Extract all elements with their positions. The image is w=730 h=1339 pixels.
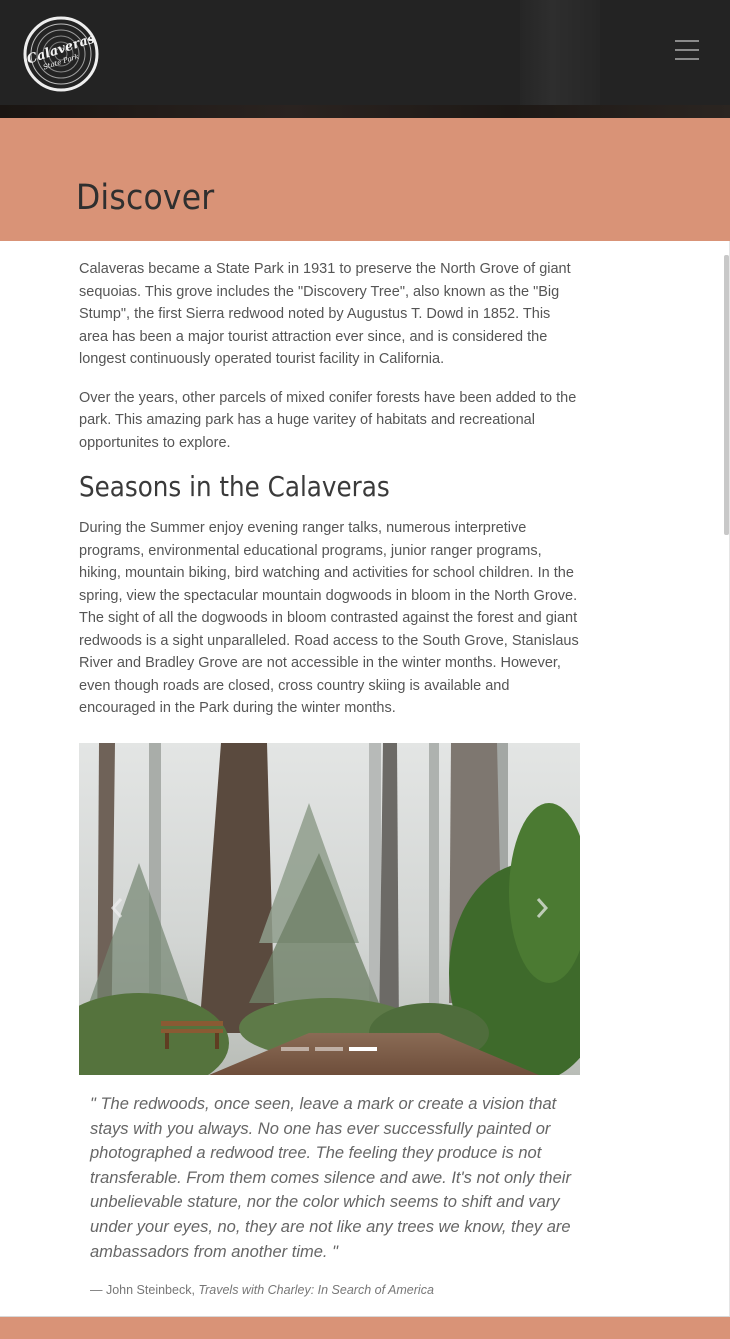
carousel-indicator-1[interactable]: [281, 1047, 309, 1051]
chevron-left-icon[interactable]: [105, 893, 129, 923]
hamburger-menu-icon[interactable]: [672, 40, 702, 64]
navbar: Calaveras State Park: [0, 0, 730, 105]
steinbeck-quote: " The redwoods, once seen, leave a mark …: [90, 1095, 571, 1261]
header-image-strip: [0, 105, 730, 118]
scrollbar-thumb[interactable]: [724, 255, 729, 535]
park-logo[interactable]: Calaveras State Park: [23, 16, 99, 92]
intro-paragraph: Calaveras became a State Park in 1931 to…: [79, 261, 571, 367]
quote-author: — John Steinbeck,: [90, 1283, 195, 1297]
page-banner: Discover: [0, 118, 730, 241]
chevron-right-icon[interactable]: [530, 893, 554, 923]
quote-citation: — John Steinbeck, Travels with Charley: …: [90, 1283, 434, 1297]
photo-carousel[interactable]: [79, 743, 580, 1075]
footer-bar: [0, 1317, 730, 1339]
main-content: Calaveras became a State Park in 1931 to…: [79, 258, 581, 736]
seasons-paragraph: During the Summer enjoy evening ranger t…: [79, 520, 579, 716]
quote-source: Travels with Charley: In Search of Ameri…: [198, 1283, 434, 1297]
page-title: Discover: [76, 178, 215, 218]
section-heading: Seasons in the Calaveras: [79, 470, 390, 503]
carousel-indicator-2[interactable]: [315, 1047, 343, 1051]
carousel-indicator-3[interactable]: [349, 1047, 377, 1051]
parcels-paragraph: Over the years, other parcels of mixed c…: [79, 389, 577, 451]
redwood-forest-photo: [79, 743, 580, 1075]
nav-background-image: [520, 0, 600, 105]
